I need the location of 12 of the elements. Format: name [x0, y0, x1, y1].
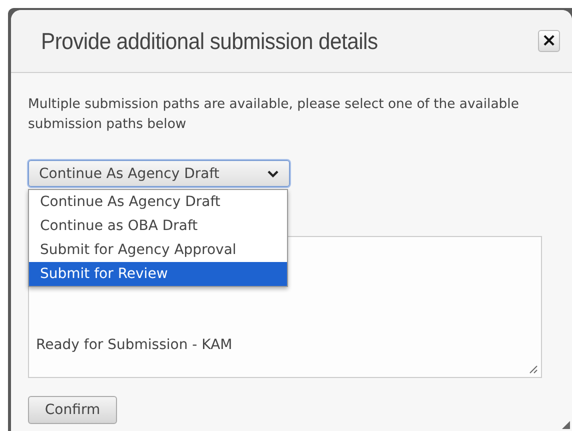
dropdown-option[interactable]: Submit for Agency Approval [29, 238, 287, 262]
caret-icon [267, 170, 279, 178]
dropdown-option[interactable]: Continue As Agency Draft [29, 190, 287, 214]
submission-path-select[interactable]: Continue As Agency Draft [28, 160, 290, 187]
confirm-button[interactable]: Confirm [28, 396, 117, 424]
instruction-text: Multiple submission paths are available, please select one of the available submission paths below [28, 96, 520, 134]
dropdown-option[interactable]: Submit for Review [29, 262, 287, 286]
close-button[interactable]: × [538, 30, 560, 52]
resize-grip-icon [529, 365, 538, 374]
dropdown-option[interactable]: Continue as OBA Draft [29, 214, 287, 238]
resize-grip-icon [562, 421, 570, 429]
dialog-title: Provide additional submission details [41, 28, 378, 54]
